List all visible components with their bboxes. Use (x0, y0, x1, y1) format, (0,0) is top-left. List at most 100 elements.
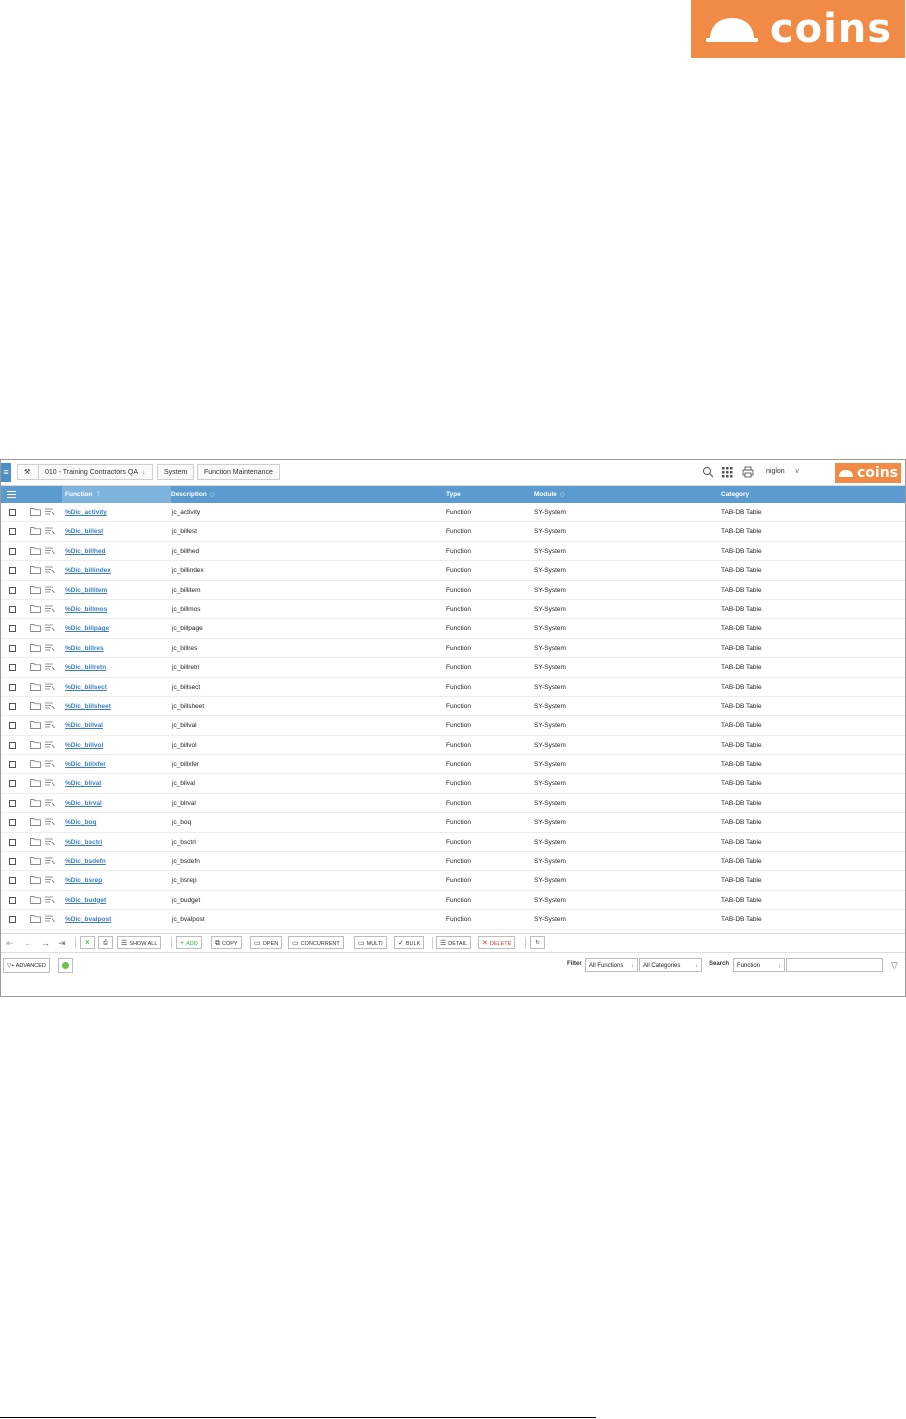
detail-icon[interactable] (45, 586, 55, 594)
row-checkbox[interactable] (9, 916, 16, 924)
last-page-icon[interactable]: ⇥ (58, 937, 66, 949)
detail-icon[interactable] (45, 818, 55, 826)
detail-icon[interactable] (45, 508, 55, 516)
advanced-button[interactable]: ▽+ ADVANCED (3, 958, 50, 973)
table-row[interactable]: %Dic_billmos jc_billmos Function SY-System T… (1, 600, 905, 620)
row-checkbox[interactable] (9, 702, 16, 710)
folder-icon[interactable] (30, 566, 41, 575)
cell-function[interactable]: %Dic_billvol (65, 736, 103, 755)
folder-icon[interactable] (30, 682, 41, 691)
cell-function[interactable]: %Dic_bvalpost (65, 910, 111, 929)
row-checkbox[interactable] (9, 605, 16, 613)
detail-icon[interactable] (45, 624, 55, 632)
detail-icon[interactable] (45, 896, 55, 904)
table-row[interactable]: %Dic_billindex jc_billindex Function SY-Sys… (1, 561, 905, 581)
table-row[interactable]: %Dic_blival jc_blival Function SY-System TAB… (1, 774, 905, 794)
folder-icon[interactable] (30, 721, 41, 730)
detail-icon[interactable] (45, 663, 55, 671)
print-icon[interactable] (742, 466, 754, 478)
row-checkbox[interactable] (9, 838, 16, 846)
delete-button[interactable]: ✕ DELETE (478, 936, 516, 949)
cell-function[interactable]: %Dic_billsect (65, 678, 107, 697)
detail-icon[interactable] (45, 760, 55, 768)
detail-icon[interactable] (45, 605, 55, 613)
cell-function[interactable]: %Dic_billitem (65, 581, 107, 600)
table-row[interactable]: %Dic_bvalpost jc_bvalpost Function SY-Syste… (1, 910, 905, 930)
function-filter-select[interactable]: All Functions ↓ (585, 958, 638, 972)
wrench-icon[interactable]: ⚒ (17, 464, 39, 480)
cell-function[interactable]: %Dic_billmos (65, 600, 107, 619)
apps-grid-icon[interactable] (721, 466, 733, 478)
breadcrumb-system[interactable]: System (157, 464, 195, 480)
detail-icon[interactable] (45, 683, 55, 691)
row-checkbox[interactable] (9, 567, 16, 575)
table-row[interactable]: %Dic_billvol jc_billvol Function SY-System T… (1, 736, 905, 756)
search-field-select[interactable]: Function ↓ (733, 958, 785, 972)
row-checkbox[interactable] (9, 644, 16, 652)
table-row[interactable]: %Dic_bsctrl jc_bsctrl Function SY-System TAB… (1, 833, 905, 853)
detail-icon[interactable] (45, 838, 55, 846)
table-row[interactable]: %Dic_budget jc_budget Function SY-System TAB… (1, 891, 905, 911)
folder-icon[interactable] (30, 857, 41, 865)
row-checkbox[interactable] (9, 761, 16, 769)
table-row[interactable]: %Dic_billhed jc_billhed Function SY-System T… (1, 542, 905, 562)
table-row[interactable]: %Dic_billsect jc_billsect Function SY-Syste… (1, 678, 905, 697)
folder-icon[interactable] (30, 643, 41, 652)
cell-function[interactable]: %Dic_bsdefn (65, 852, 106, 871)
row-checkbox[interactable] (9, 780, 16, 788)
detail-icon[interactable] (45, 876, 55, 884)
prev-page-icon[interactable]: ← (24, 937, 33, 949)
detail-icon[interactable] (45, 857, 55, 865)
row-checkbox[interactable] (9, 858, 16, 866)
user-menu[interactable]: niglon ∨ (766, 466, 800, 478)
folder-icon[interactable] (30, 740, 41, 749)
cell-function[interactable]: %Dic_billpage (65, 619, 109, 638)
refresh-button[interactable]: ↻ (530, 936, 545, 949)
next-page-icon[interactable]: → (41, 937, 50, 949)
table-row[interactable]: %Dic_bsdefn jc_bsdefn Function SY-System TAB… (1, 852, 905, 872)
cell-function[interactable]: %Dic_billres (65, 639, 104, 658)
copy-button[interactable]: ⧉ COPY (211, 936, 242, 949)
hamburger-icon[interactable]: ≡ (1, 463, 11, 482)
cell-function[interactable]: %Dic_billretn (65, 658, 106, 677)
bulk-button[interactable]: ✓ BULK (394, 936, 425, 949)
cell-function[interactable]: %Dic_billest (65, 522, 103, 541)
detail-icon[interactable] (45, 915, 55, 923)
folder-icon[interactable] (30, 605, 41, 613)
table-row[interactable]: %Dic_blrval jc_blrval Function SY-System TAB… (1, 794, 905, 814)
cell-function[interactable]: %Dic_budget (65, 891, 106, 910)
row-checkbox[interactable] (9, 509, 16, 516)
cell-function[interactable]: %Dic_blrval (65, 794, 102, 813)
cell-function[interactable]: %Dic_billval (65, 716, 103, 735)
column-menu-icon[interactable] (7, 490, 16, 499)
cell-function[interactable]: %Dic_billhed (65, 542, 105, 561)
row-checkbox[interactable] (9, 741, 16, 749)
detail-icon[interactable] (45, 799, 55, 807)
column-header-function[interactable]: Function ⇡ (62, 486, 171, 503)
row-checkbox[interactable] (9, 528, 16, 536)
table-row[interactable]: %Dic_billval jc_billval Function SY-System T… (1, 716, 905, 736)
row-checkbox[interactable] (9, 819, 16, 827)
detail-icon[interactable] (45, 779, 55, 787)
funnel-icon[interactable]: ▽ (891, 960, 898, 971)
concurrent-button[interactable]: ▭ CONCURRENT (288, 936, 344, 949)
category-filter-select[interactable]: All Categories ↓ (639, 958, 702, 972)
folder-icon[interactable] (30, 508, 41, 516)
cell-function[interactable]: %Dic_billsheet (65, 697, 111, 716)
detail-icon[interactable] (45, 547, 55, 555)
cell-function[interactable]: %Dic_boq (65, 813, 96, 832)
folder-icon[interactable] (30, 895, 41, 904)
column-header-type[interactable]: Type (446, 486, 461, 503)
folder-icon[interactable] (30, 779, 41, 788)
folder-icon[interactable] (30, 546, 41, 555)
folder-icon[interactable] (30, 818, 41, 827)
folder-icon[interactable] (30, 663, 41, 671)
search-input[interactable] (786, 958, 883, 972)
folder-icon[interactable] (30, 624, 41, 633)
search-icon[interactable] (702, 466, 714, 478)
folder-icon[interactable] (30, 760, 41, 768)
detail-icon[interactable] (45, 527, 55, 535)
row-checkbox[interactable] (9, 896, 16, 904)
show-all-button[interactable]: ☰ SHOW ALL (117, 936, 162, 949)
table-row[interactable]: %Dic_billitem jc_billitem Function SY-Syste… (1, 581, 905, 600)
